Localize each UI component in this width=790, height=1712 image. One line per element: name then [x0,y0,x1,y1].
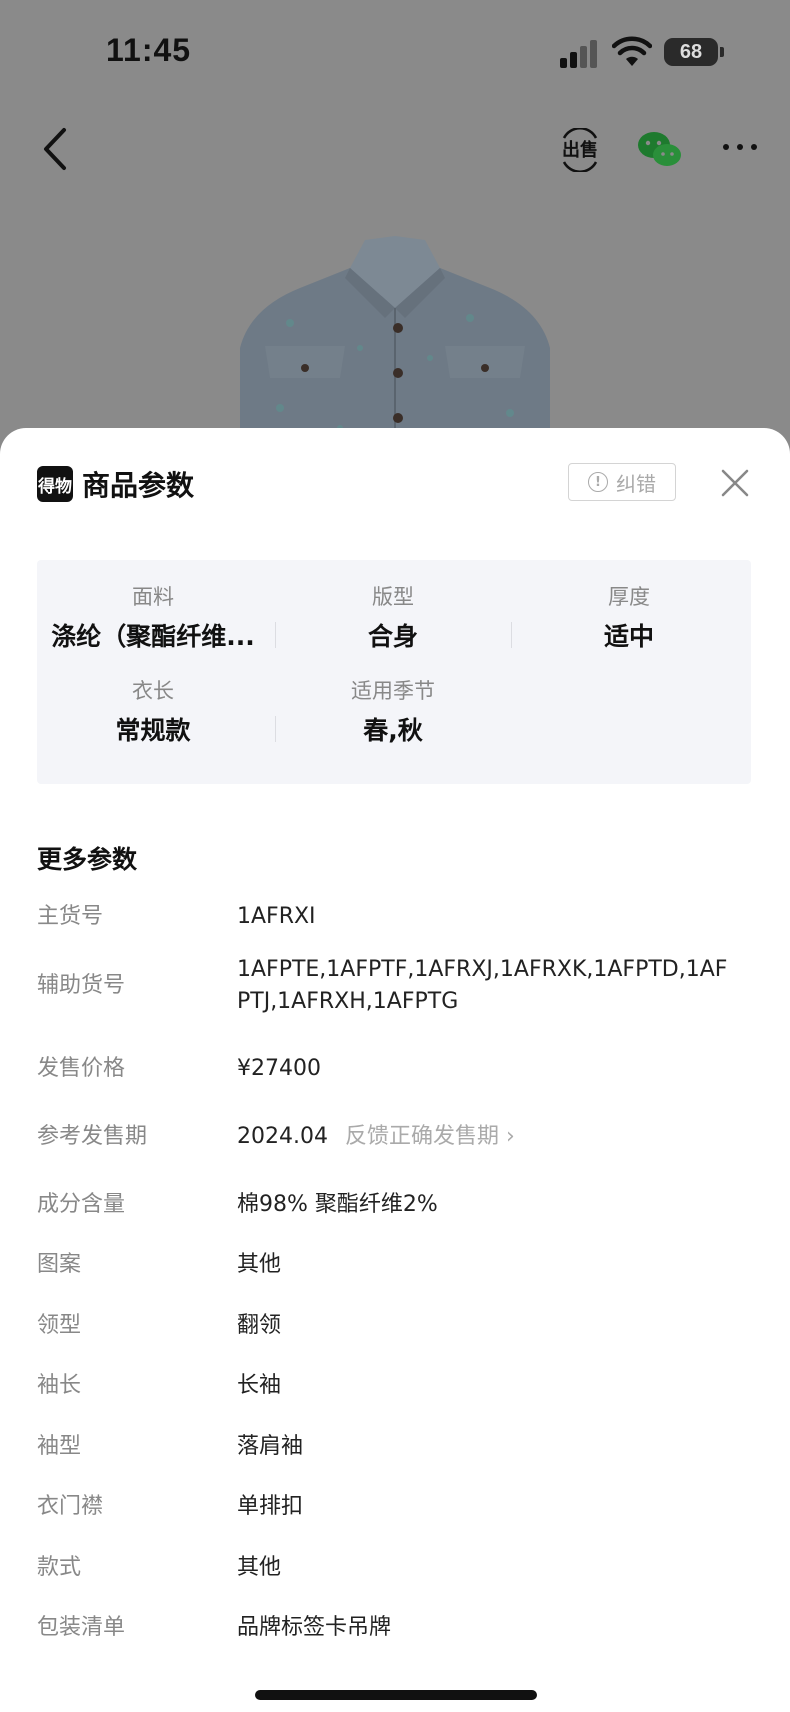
spec-value: 单排扣 [237,1494,304,1519]
home-indicator[interactable] [255,1690,537,1700]
key-param-label: 厚度 [608,585,650,609]
key-param-value: 涤纶（聚酯纤维... [51,622,255,651]
battery-tip [720,47,724,57]
key-param-season: 适用季节 春,秋 [277,676,509,750]
spec-value: 1AFRXI [237,904,316,929]
key-param-value: 适中 [603,622,654,651]
key-param-value: 合身 [367,622,418,651]
spec-label: 包装清单 [37,1615,126,1640]
nav-bar: 出售 [0,110,790,190]
spec-value-wrapper: 2024.04 反馈正确发售期 › [237,1121,737,1153]
spec-value: 其他 [237,1555,282,1580]
report-error-label: 纠错 [616,471,656,496]
status-time: 11:45 [106,32,192,68]
key-param-value: 常规款 [115,716,191,745]
brand-logo: 得物 [37,466,73,502]
sheet-header: 得物 商品参数 ! 纠错 [0,428,790,538]
signal-icon [560,40,597,68]
key-param-fabric: 面料 涤纶（聚酯纤维... [37,582,269,656]
product-params-sheet: 得物 商品参数 ! 纠错 面料 涤纶（聚酯纤维... 版型 合身 厚度 适中 衣… [0,428,790,1712]
spec-value: 1AFPTE,1AFPTF,1AFRXJ,1AFRXK,1AFPTD,1AFPT… [237,957,728,1014]
spec-label: 袖型 [37,1434,82,1459]
spec-label: 主货号 [37,904,104,929]
spec-label: 参考发售期 [37,1124,148,1149]
exclamation-circle-icon: ! [588,472,608,492]
close-icon[interactable] [718,466,752,500]
feedback-release-date-link[interactable]: 反馈正确发售期 › [345,1124,515,1149]
key-param-length: 衣长 常规款 [37,676,269,750]
product-page-background: 11:45 68 出售 [0,0,790,460]
spec-value: ¥27400 [237,1056,321,1081]
key-param-fit: 版型 合身 [277,582,509,656]
param-divider [511,622,512,648]
back-button[interactable] [36,124,76,174]
key-params-panel: 面料 涤纶（聚酯纤维... 版型 合身 厚度 适中 衣长 常规款 适用季节 春,… [37,560,751,784]
spec-value: 翻领 [237,1313,282,1338]
key-param-value: 春,秋 [363,716,423,745]
battery-indicator: 68 [664,38,718,66]
key-param-label: 衣长 [132,679,174,703]
report-error-button[interactable]: ! 纠错 [568,463,676,501]
spec-value: 落肩袖 [237,1434,304,1459]
sell-button[interactable]: 出售 [558,128,602,172]
more-params-title: 更多参数 [37,845,138,874]
spec-label: 款式 [37,1555,82,1580]
more-icon[interactable] [720,132,760,162]
spec-value: 2024.04 [237,1124,328,1149]
spec-label: 领型 [37,1313,82,1338]
product-image [240,236,550,460]
wifi-icon [612,36,652,66]
spec-label: 图案 [37,1252,82,1277]
svg-text:出售: 出售 [562,139,598,161]
spec-value: 棉98% 聚酯纤维2% [237,1192,438,1217]
spec-label: 发售价格 [37,1056,126,1081]
sheet-title: 商品参数 [82,469,195,502]
param-divider [275,622,276,648]
spec-value: 品牌标签卡吊牌 [237,1615,392,1640]
wechat-icon[interactable] [636,128,684,172]
spec-value: 其他 [237,1252,282,1277]
spec-label: 衣门襟 [37,1494,104,1519]
key-param-label: 版型 [372,585,414,609]
status-bar: 11:45 68 [0,0,790,100]
key-param-label: 适用季节 [351,679,435,703]
param-divider [275,716,276,742]
key-param-thickness: 厚度 适中 [513,582,745,656]
key-param-label: 面料 [132,585,174,609]
spec-label: 袖长 [37,1373,82,1398]
spec-value: 长袖 [237,1373,282,1398]
spec-label: 辅助货号 [37,973,126,998]
spec-label: 成分含量 [37,1192,126,1217]
